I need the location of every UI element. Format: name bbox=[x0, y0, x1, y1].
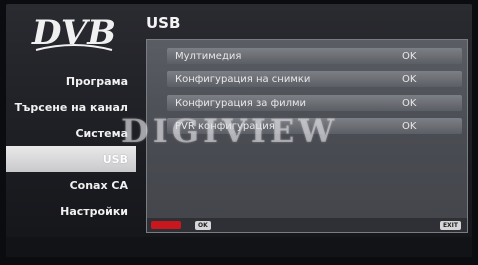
menu-row-movie-config[interactable]: Конфигурация за филми OK bbox=[167, 95, 462, 111]
sidebar-item-channel-search[interactable]: Търсене на канал bbox=[6, 94, 130, 120]
sidebar-item-usb[interactable]: USB bbox=[6, 146, 136, 172]
exit-key[interactable]: EXIT bbox=[439, 221, 461, 230]
red-key-icon bbox=[151, 221, 181, 229]
sidebar-item-program[interactable]: Програма bbox=[6, 68, 130, 94]
sidebar-item-conax-ca[interactable]: Conax CA bbox=[6, 172, 130, 198]
menu-row-photo-config[interactable]: Конфигурация на снимки OK bbox=[167, 71, 462, 87]
menu-row-multimedia[interactable]: Мултимедия OK bbox=[167, 48, 462, 64]
panel-footer: OK EXIT bbox=[147, 218, 467, 232]
ok-key[interactable]: OK bbox=[195, 221, 211, 230]
bottom-bar bbox=[6, 237, 472, 257]
page-title: USB bbox=[146, 14, 181, 32]
sidebar-item-settings[interactable]: Настройки bbox=[6, 198, 130, 224]
dvb-logo-icon: DVB bbox=[31, 13, 116, 53]
watermark: DIGIVIEW bbox=[121, 112, 339, 150]
sidebar-item-system[interactable]: Система bbox=[6, 120, 130, 146]
dvb-logo: DVB bbox=[30, 10, 118, 54]
tv-screen: DVB USB Програма Търсене на канал Систем… bbox=[6, 4, 472, 257]
sidebar: Програма Търсене на канал Система USB Co… bbox=[6, 62, 136, 257]
